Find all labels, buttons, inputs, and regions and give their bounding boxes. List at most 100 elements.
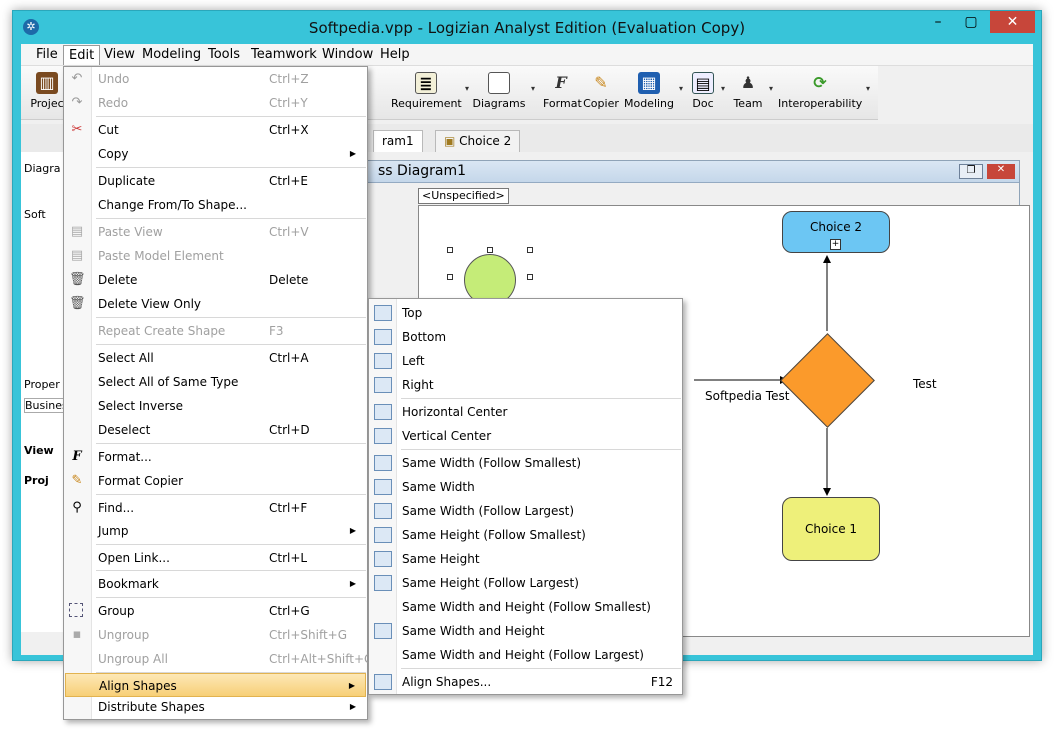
doc-button[interactable]: ▤ Doc ▾ [689,70,725,116]
property-group-project[interactable]: Proj [24,474,49,487]
menu-item-shortcut: Ctrl+Alt+Shift+G [269,652,374,666]
menu-item-align-shapes-dialog[interactable]: Align Shapes... F12 [370,670,681,694]
window-title: Softpedia.vpp - Logizian Analyst Edition… [308,19,746,37]
menu-item-same-size-largest[interactable]: Same Width and Height (Follow Largest) [370,643,681,667]
menu-item-jump[interactable]: Jump ▶ [65,519,366,543]
menu-item-bookmark[interactable]: Bookmark ▶ [65,572,366,596]
menu-item-label: Format... [98,450,152,464]
requirement-button[interactable]: ≣ Requirement ▾ [391,70,469,116]
menu-item-align-left[interactable]: Left [370,349,681,373]
format-button[interactable]: F Format [543,70,582,116]
menu-item-distribute-shapes[interactable]: Distribute Shapes ▶ [65,695,366,719]
menu-item-select-all[interactable]: Select All Ctrl+A [65,346,366,370]
menu-item-find[interactable]: ⚲ Find... Ctrl+F [65,496,366,520]
menu-item-delete-view-only[interactable]: 🗑 Delete View Only [65,292,366,316]
selection-handle[interactable] [527,274,533,280]
menu-item-delete[interactable]: 🗑 Delete Delete [65,268,366,292]
menu-item-same-width-smallest[interactable]: Same Width (Follow Smallest) [370,451,681,475]
menu-item-label: Find... [98,501,135,515]
trash-icon: 🗑 [69,296,86,311]
menu-item-label: Same Width and Height [402,624,545,638]
property-group-view[interactable]: View [24,444,54,457]
decision-label[interactable]: Test [913,377,937,391]
menu-modeling[interactable]: Modeling [137,45,206,65]
tab-choice2[interactable]: ▣ Choice 2 [435,130,521,152]
menu-item-format-copier[interactable]: ✎ Format Copier [65,469,366,493]
requirement-icon: ≣ [415,72,437,94]
menu-teamwork[interactable]: Teamwork [246,45,322,65]
menu-item-undo[interactable]: ↶ Undo Ctrl+Z [65,67,366,91]
menu-item-same-height-largest[interactable]: Same Height (Follow Largest) [370,571,681,595]
menu-item-horizontal-center[interactable]: Horizontal Center [370,400,681,424]
menu-item-duplicate[interactable]: Duplicate Ctrl+E [65,169,366,193]
menu-item-repeat-create-shape[interactable]: Repeat Create Shape F3 [65,319,366,343]
menu-item-label: Open Link... [98,551,170,565]
title-bar[interactable]: ✲ Softpedia.vpp - Logizian Analyst Editi… [13,11,1041,45]
team-label: Team [733,97,763,110]
menu-item-align-bottom[interactable]: Bottom [370,325,681,349]
menu-item-ungroup[interactable]: ▪ Ungroup Ctrl+Shift+G [65,623,366,647]
menu-edit[interactable]: Edit [63,45,101,65]
tree-item-soft[interactable]: Soft [24,208,46,221]
menu-item-label: Same Width (Follow Largest) [402,504,575,518]
menu-item-align-right[interactable]: Right [370,373,681,397]
tab-diagram1[interactable]: ram1 [373,130,423,152]
same-height-icon [374,551,392,567]
menu-item-align-top[interactable]: Top [370,301,681,325]
menu-item-copy[interactable]: Copy ▶ [65,142,366,166]
diagrams-button[interactable]: Diagrams ▾ [471,70,535,116]
menu-item-ungroup-all[interactable]: Ungroup All Ctrl+Alt+Shift+G [65,647,373,671]
menu-separator [401,449,681,450]
menu-item-same-height-smallest[interactable]: Same Height (Follow Smallest) [370,523,681,547]
modeling-button[interactable]: ▦ Modeling ▾ [623,70,683,116]
menu-item-paste-model-element[interactable]: ▤ Paste Model Element [65,244,366,268]
team-button[interactable]: ♟ Team ▾ [731,70,773,116]
close-button[interactable]: ✕ [990,11,1035,33]
menu-item-vertical-center[interactable]: Vertical Center [370,424,681,448]
menu-item-same-height[interactable]: Same Height [370,547,681,571]
minimize-button[interactable]: – [923,11,953,33]
copier-button[interactable]: ✎ Copier [583,70,619,116]
choice2-node[interactable]: Choice 2 + [782,211,890,253]
menu-item-paste-view[interactable]: ▤ Paste View Ctrl+V [65,220,366,244]
menu-item-align-shapes[interactable]: Align Shapes ▶ [65,673,366,697]
menu-item-change-shape[interactable]: Change From/To Shape... [65,193,366,217]
menu-item-same-size-smallest[interactable]: Same Width and Height (Follow Smallest) [370,595,681,619]
scope-field[interactable]: <Unspecified> [418,188,509,204]
menu-item-open-link[interactable]: Open Link... Ctrl+L [65,546,366,570]
menu-item-deselect[interactable]: Deselect Ctrl+D [65,418,366,442]
group-icon [69,603,83,617]
menu-item-format[interactable]: F Format... [65,445,366,469]
selection-handle[interactable] [447,274,453,280]
menu-tools[interactable]: Tools [203,45,245,65]
expand-icon[interactable]: + [830,239,841,250]
menu-item-label: Same Width [402,480,475,494]
menu-item-group[interactable]: Group Ctrl+G [65,599,366,623]
menu-help[interactable]: Help [375,45,415,65]
restore-icon[interactable]: ❐ [959,164,983,179]
project-button[interactable]: ▥ Projec [29,70,65,116]
choice1-node[interactable]: Choice 1 [782,497,880,561]
menu-file[interactable]: File [31,45,63,65]
diagram-close-icon[interactable]: ✕ [987,164,1015,179]
menu-item-select-all-same-type[interactable]: Select All of Same Type [65,370,366,394]
menu-item-same-width[interactable]: Same Width [370,475,681,499]
menu-item-label: Ungroup [98,628,150,642]
selection-handle[interactable] [487,247,493,253]
menu-window[interactable]: Window [317,45,378,65]
selection-handle[interactable] [447,247,453,253]
maximize-button[interactable]: ▢ [956,11,986,33]
menu-item-same-size[interactable]: Same Width and Height [370,619,681,643]
ungroup-icon: ▪ [72,627,82,642]
flow-label[interactable]: Softpedia Test [705,389,789,403]
menu-item-cut[interactable]: ✂ Cut Ctrl+X [65,118,366,142]
interoperability-button[interactable]: ⟳ Interoperability ▾ [778,70,870,116]
menu-item-select-inverse[interactable]: Select Inverse [65,394,366,418]
menu-item-redo[interactable]: ↷ Redo Ctrl+Y [65,91,366,115]
menu-item-same-width-largest[interactable]: Same Width (Follow Largest) [370,499,681,523]
menu-view[interactable]: View [99,45,140,65]
menu-item-label: Deselect [98,423,151,437]
same-width-icon [374,479,392,495]
menu-item-label: Format Copier [98,474,184,488]
selection-handle[interactable] [527,247,533,253]
